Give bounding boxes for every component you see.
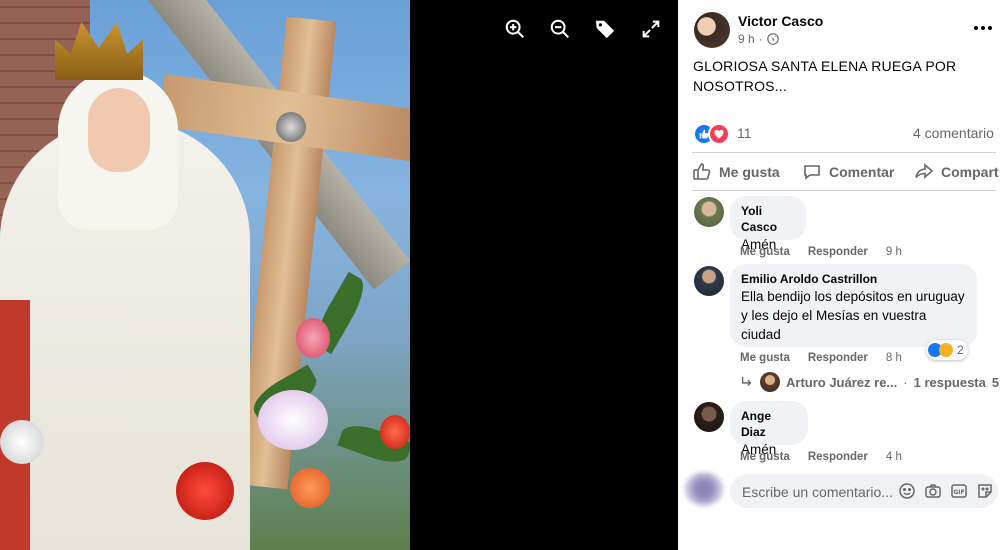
comment-time[interactable]: 8 h	[886, 352, 902, 364]
comment-count[interactable]: 4 comentario	[913, 125, 994, 141]
comment-like-link[interactable]: Me gusta	[740, 451, 790, 463]
commenter-avatar[interactable]	[694, 402, 724, 432]
comment-author[interactable]: Yoli Casco	[741, 203, 795, 235]
reply-trail: 5	[991, 374, 1000, 390]
comment-reply-link[interactable]: Responder	[808, 451, 868, 463]
red-rose	[176, 462, 234, 520]
author-name[interactable]: Victor Casco	[738, 13, 823, 29]
thumbs-up-icon	[693, 163, 711, 180]
more-options-icon[interactable]	[974, 22, 994, 34]
view-replies[interactable]: Arturo Juárez re... · 1 respuesta 5	[740, 372, 999, 392]
commenter-avatar[interactable]	[694, 266, 724, 296]
reply-count: 1 respuesta	[913, 374, 986, 390]
emoji-icon[interactable]	[898, 482, 916, 500]
comment-reaction-count: 2	[957, 343, 964, 357]
comment-author[interactable]: Ange Diaz	[741, 408, 797, 440]
comment-input[interactable]	[740, 474, 904, 510]
author-avatar[interactable]	[694, 12, 730, 48]
statue-face	[88, 88, 150, 172]
share-icon	[915, 163, 934, 179]
share-button-label: Compart	[941, 164, 999, 180]
lily-flower	[258, 390, 328, 450]
zoom-out-icon[interactable]	[549, 18, 571, 40]
post-photo[interactable]	[0, 0, 410, 550]
comment-bubble: Emilio Aroldo Castrillon Ella bendijo lo…	[730, 264, 977, 347]
reactions-summary[interactable]: 11	[693, 123, 773, 145]
divider	[692, 190, 996, 191]
comment-like-link[interactable]: Me gusta	[740, 352, 790, 364]
cross-medallion	[276, 112, 306, 142]
comment-bubble: Yoli Casco Amén	[730, 196, 806, 252]
comment-composer: GIF	[730, 474, 998, 510]
sticker-icon[interactable]	[976, 482, 994, 500]
tag-icon[interactable]	[594, 18, 616, 40]
comment-actions: Me gusta Responder 4 h	[740, 451, 902, 463]
post-time: 9 h ·	[738, 32, 779, 46]
comment-bubble: Ange Diaz Amén	[730, 401, 808, 457]
comment-reply-link[interactable]: Responder	[808, 352, 868, 364]
reaction-count[interactable]: 11	[737, 125, 752, 141]
comment-reactions[interactable]: 2	[926, 340, 968, 360]
camera-icon[interactable]	[924, 482, 942, 500]
divider	[692, 152, 996, 153]
zoom-in-icon[interactable]	[504, 18, 526, 40]
comment-text: Ella bendijo los depósitos en uruguay y …	[741, 289, 965, 342]
like-button[interactable]: Me gusta	[692, 160, 780, 184]
orange-flower	[290, 468, 330, 508]
reply-separator: ·	[903, 374, 908, 390]
photo-viewer	[0, 0, 678, 550]
red-flower	[380, 415, 410, 449]
reply-avatar	[760, 372, 780, 392]
post-panel: Victor Casco 9 h · GLORIOSA SANTA ELENA …	[678, 0, 1000, 550]
comment-button-label: Comentar	[829, 164, 895, 180]
svg-text:GIF: GIF	[953, 489, 964, 496]
comment-reply-link[interactable]: Responder	[808, 246, 868, 258]
comment-time[interactable]: 9 h	[886, 246, 902, 258]
haha-reaction-icon	[939, 343, 953, 357]
comment-time[interactable]: 4 h	[886, 451, 902, 463]
comment-like-link[interactable]: Me gusta	[740, 246, 790, 258]
fullscreen-icon[interactable]	[640, 18, 662, 40]
comment-actions: Me gusta Responder 8 h	[740, 352, 902, 364]
commenter-avatar[interactable]	[694, 197, 724, 227]
reply-arrow-icon	[741, 376, 752, 386]
comment-icon	[804, 165, 820, 180]
pink-flower	[296, 318, 330, 358]
like-button-label: Me gusta	[719, 164, 780, 180]
comment-button[interactable]: Comentar	[802, 160, 894, 184]
comment-author[interactable]: Emilio Aroldo Castrillon	[741, 271, 966, 287]
current-user-avatar[interactable]	[684, 472, 724, 506]
post-time-text[interactable]: 9 h	[738, 32, 755, 46]
love-reaction-icon	[708, 123, 730, 145]
globe-icon	[766, 33, 779, 45]
post-text: GLORIOSA SANTA ELENA RUEGA POR NOSOTROS.…	[693, 58, 957, 94]
reply-author: Arturo Juárez re...	[786, 374, 898, 390]
gif-icon[interactable]: GIF	[950, 482, 968, 500]
white-flower	[0, 420, 44, 464]
share-button[interactable]: Compart	[914, 160, 999, 184]
comment-actions: Me gusta Responder 9 h	[740, 246, 902, 258]
